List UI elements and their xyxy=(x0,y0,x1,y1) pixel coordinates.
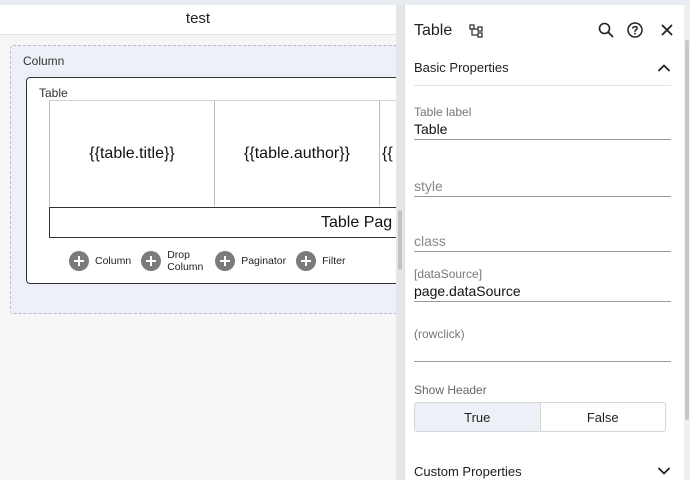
column-container[interactable]: Column Table {{table.title}} {{table.aut… xyxy=(10,45,396,314)
panel-scrollbar[interactable] xyxy=(685,40,689,420)
add-filter-button[interactable]: Filter xyxy=(296,251,345,271)
custom-properties-title: Custom Properties xyxy=(414,463,522,479)
plus-circle-icon xyxy=(69,251,89,271)
add-paginator-button[interactable]: Paginator xyxy=(215,251,286,271)
table-actions: Column Drop Column Paginator Filter xyxy=(69,249,345,273)
drop-column-label-line2: Column xyxy=(167,261,204,273)
drop-column-label: Drop Column xyxy=(167,249,205,273)
show-header-label: Show Header xyxy=(414,383,487,397)
panel-title: Table xyxy=(414,22,453,39)
drop-column-label-line1: Drop xyxy=(167,249,190,261)
add-paginator-label: Paginator xyxy=(241,255,287,267)
rowclick-field-value[interactable] xyxy=(414,341,671,361)
paginator-text: Table Pag xyxy=(321,213,393,231)
drop-column-button[interactable]: Drop Column xyxy=(141,249,205,273)
table-component[interactable]: Table {{table.title}} {{table.author}} {… xyxy=(26,77,396,284)
table-label: Table xyxy=(39,86,68,100)
plus-circle-icon xyxy=(141,251,162,271)
chevron-down-icon xyxy=(658,467,670,475)
table-cell-title[interactable]: {{table.title}} xyxy=(49,101,214,206)
style-field[interactable]: style xyxy=(414,176,671,197)
basic-properties-title: Basic Properties xyxy=(414,60,509,75)
column-label: Column xyxy=(23,54,65,68)
table-cell-partial[interactable]: {{ xyxy=(379,101,396,206)
chevron-up-icon xyxy=(658,64,670,71)
close-icon[interactable] xyxy=(658,21,676,39)
editor-canvas: test Column Table {{table.title}} {{tabl… xyxy=(0,5,396,480)
rowclick-field[interactable]: (rowclick) xyxy=(414,327,671,362)
table-label-field-value[interactable]: Table xyxy=(414,119,671,139)
add-column-button[interactable]: Column xyxy=(69,251,131,271)
custom-properties-header[interactable]: Custom Properties xyxy=(414,453,671,480)
class-field[interactable]: class xyxy=(414,231,671,252)
table-cell-author[interactable]: {{table.author}} xyxy=(214,101,379,206)
plus-circle-icon xyxy=(215,251,236,271)
search-icon[interactable] xyxy=(597,21,615,39)
data-source-field[interactable]: [dataSource] page.dataSource xyxy=(414,267,671,302)
table-label-field-label: Table label xyxy=(414,105,472,119)
plus-circle-icon xyxy=(296,251,317,271)
table-paginator[interactable]: Table Pag xyxy=(49,207,396,238)
properties-panel: Table Basic Properties Table label Table xyxy=(404,5,684,480)
rowclick-field-label: (rowclick) xyxy=(414,327,465,341)
data-source-field-value[interactable]: page.dataSource xyxy=(414,281,671,301)
basic-properties-header[interactable]: Basic Properties xyxy=(414,50,671,86)
help-icon[interactable] xyxy=(626,21,644,39)
table-columns: {{table.title}} {{table.author}} {{ xyxy=(49,100,396,207)
show-header-true-button[interactable]: True xyxy=(415,403,540,431)
table-label-field[interactable]: Table label Table xyxy=(414,105,671,140)
page-title: test xyxy=(0,5,396,35)
tree-icon[interactable] xyxy=(469,24,483,38)
show-header-toggle: True False xyxy=(414,402,666,432)
style-field-placeholder[interactable]: style xyxy=(414,176,671,196)
resize-handle[interactable] xyxy=(398,210,402,270)
data-source-field-label: [dataSource] xyxy=(414,267,483,281)
class-field-placeholder[interactable]: class xyxy=(414,231,671,251)
add-filter-label: Filter xyxy=(322,255,346,267)
add-column-label: Column xyxy=(95,255,132,267)
show-header-false-button[interactable]: False xyxy=(539,403,666,431)
